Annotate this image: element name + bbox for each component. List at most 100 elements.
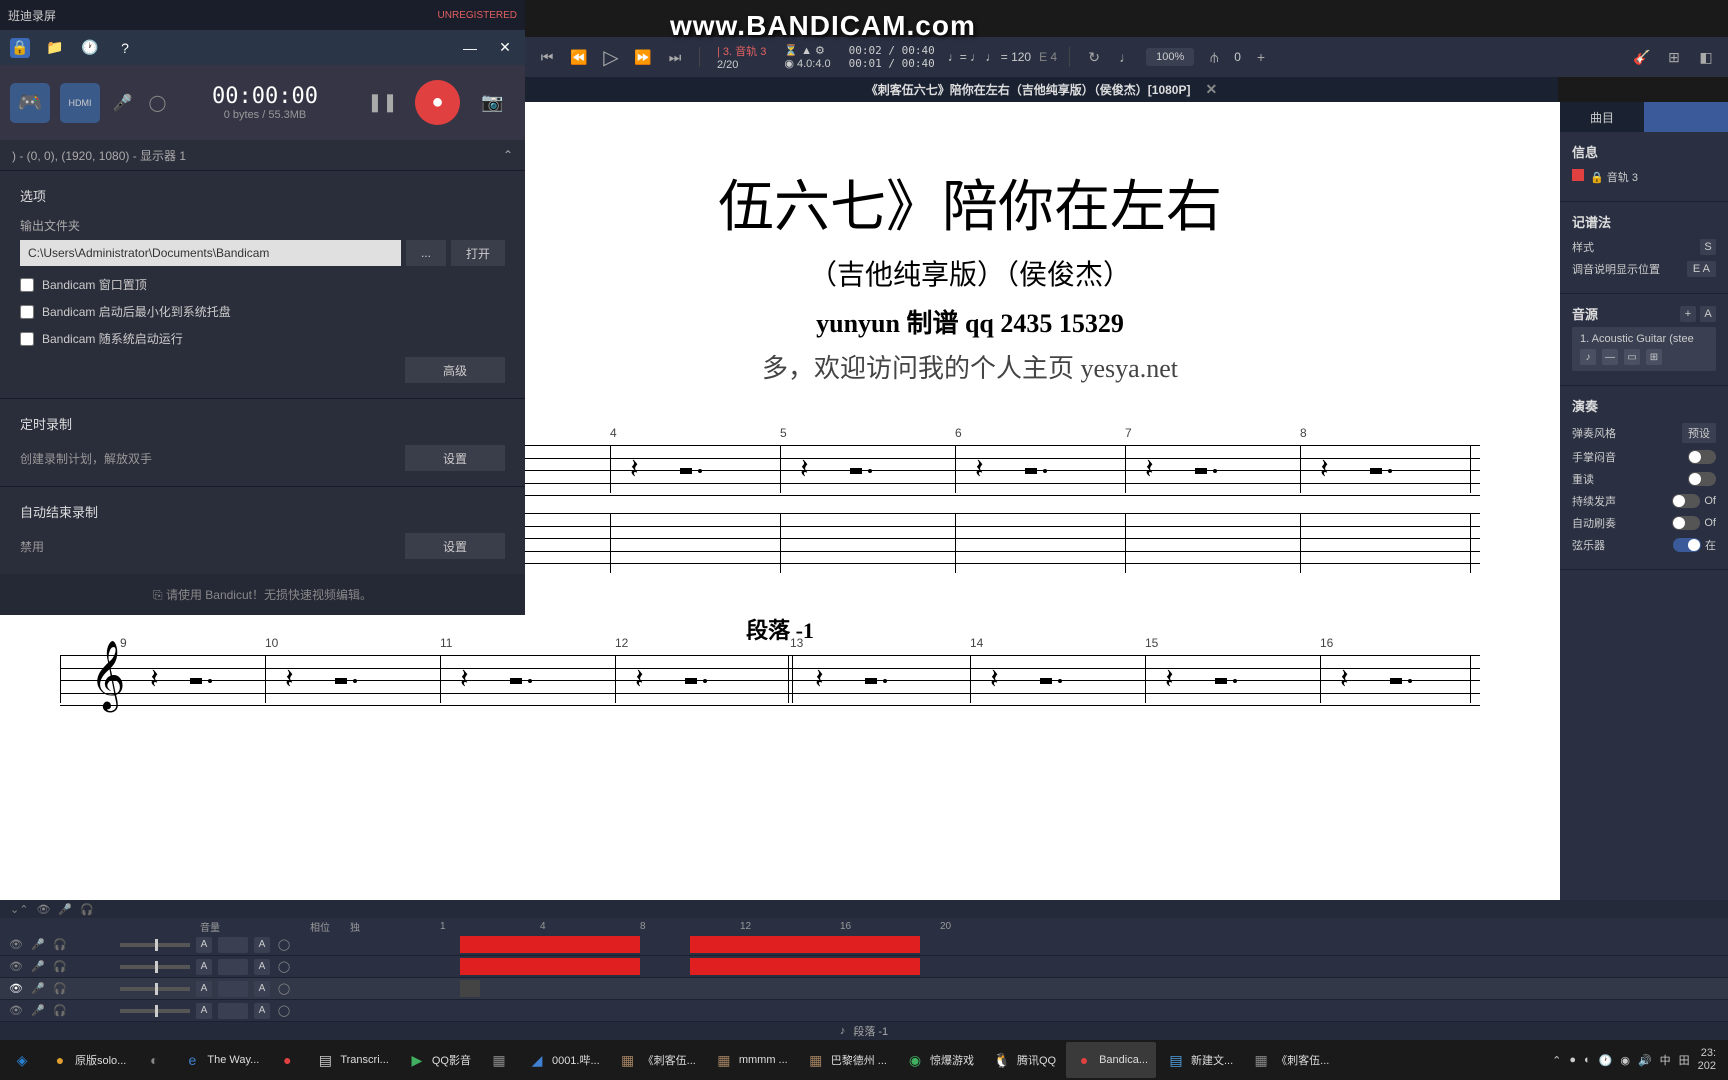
- autostart-checkbox[interactable]: Bandicam 随系统启动运行: [20, 330, 505, 347]
- track-headphone-icon[interactable]: 🎧: [52, 981, 68, 997]
- game-mode-button[interactable]: 🎮: [10, 83, 50, 123]
- pan-knob[interactable]: [218, 981, 248, 997]
- repeat-toggle[interactable]: [1688, 472, 1716, 486]
- plus-icon[interactable]: +: [1249, 45, 1273, 69]
- auto-a-button-2[interactable]: A: [254, 959, 270, 975]
- strum-value[interactable]: 预设: [1682, 423, 1716, 443]
- solo-icon[interactable]: ◯: [276, 981, 292, 997]
- timeline-ruler[interactable]: 1 4 8 12 16 20: [440, 921, 1728, 932]
- volume-slider[interactable]: [120, 1009, 190, 1013]
- tray-up-icon[interactable]: ⌃: [1552, 1054, 1561, 1067]
- track-eye-icon[interactable]: 👁: [8, 959, 24, 975]
- taskbar-item[interactable]: ●原版solo...: [42, 1042, 134, 1078]
- bandicam-title-bar[interactable]: 班迪录屏 UNREGISTERED: [0, 0, 525, 30]
- pause-button[interactable]: ❚❚: [360, 80, 405, 125]
- mixer-eye-icon[interactable]: 👁: [36, 903, 50, 916]
- lock-icon[interactable]: 🔒: [10, 38, 30, 58]
- expand-icon[interactable]: ⌃: [503, 148, 513, 162]
- record-button[interactable]: ●: [415, 80, 460, 125]
- hdmi-mode-button[interactable]: HDMI: [60, 83, 100, 123]
- mixer-headphone-icon[interactable]: 🎧: [80, 903, 94, 916]
- add-source-button[interactable]: +: [1680, 306, 1696, 322]
- mixer-track-1[interactable]: 👁 🎤 🎧 A A ◯: [0, 934, 1728, 956]
- track-mic-icon[interactable]: 🎤: [30, 959, 46, 975]
- track-eye-icon[interactable]: 👁: [8, 981, 24, 997]
- minimize-tray-checkbox[interactable]: Bandicam 启动后最小化到系统托盘: [20, 303, 505, 320]
- mixer-track-4[interactable]: 👁 🎤 🎧 A A ◯: [0, 1000, 1728, 1022]
- source-a-button[interactable]: A: [1700, 306, 1716, 322]
- taskbar-item[interactable]: ◐: [136, 1042, 172, 1078]
- tray-icon[interactable]: 🔊: [1638, 1054, 1652, 1067]
- fretboard-icon[interactable]: ⊞: [1662, 45, 1686, 69]
- sustain-toggle[interactable]: [1672, 494, 1700, 508]
- metronome-icon[interactable]: ♩: [1114, 45, 1138, 69]
- ime-lang[interactable]: 中: [1660, 1052, 1671, 1068]
- taskbar-item[interactable]: ●Bandica...: [1066, 1042, 1156, 1078]
- guitar-icon[interactable]: 🎸: [1630, 45, 1654, 69]
- taskbar-item[interactable]: eThe Way...: [174, 1042, 267, 1078]
- advanced-button[interactable]: 高级: [405, 357, 505, 383]
- taskbar-item[interactable]: ▦mmmm ...: [706, 1042, 796, 1078]
- screenshot-button[interactable]: 📷: [470, 80, 515, 125]
- auto-a-button-2[interactable]: A: [254, 1003, 270, 1019]
- instrument-icon-2[interactable]: —: [1602, 349, 1618, 365]
- bandicam-footer[interactable]: ⎘ 请使用 Bandicut！无损快速视频编辑。: [0, 574, 525, 615]
- audio-clip[interactable]: [460, 958, 640, 975]
- auto-end-settings-button[interactable]: 设置: [405, 533, 505, 559]
- taskbar-item[interactable]: ▤Transcri...: [307, 1042, 397, 1078]
- auto-a-button-2[interactable]: A: [254, 937, 270, 953]
- taskbar-item[interactable]: ◉惊爆游戏: [897, 1042, 982, 1078]
- instrument-icon-4[interactable]: ⊞: [1646, 349, 1662, 365]
- mic-icon[interactable]: 🎤: [110, 90, 135, 115]
- tray-icon[interactable]: 🕐: [1599, 1054, 1613, 1067]
- taskbar-item[interactable]: ●: [269, 1042, 305, 1078]
- always-on-top-checkbox[interactable]: Bandicam 窗口置顶: [20, 276, 505, 293]
- taskbar-item[interactable]: ▦《刺客伍...: [1243, 1042, 1337, 1078]
- taskbar-item[interactable]: ▶QQ影音: [399, 1042, 479, 1078]
- auto-a-button[interactable]: A: [196, 981, 212, 997]
- solo-icon[interactable]: ◯: [276, 1003, 292, 1019]
- ime-kb[interactable]: 田: [1679, 1052, 1690, 1068]
- minimize-icon[interactable]: —: [460, 38, 480, 58]
- volume-slider[interactable]: [120, 987, 190, 991]
- play-next-icon[interactable]: ⏩: [631, 45, 655, 69]
- pan-knob[interactable]: [218, 959, 248, 975]
- tab-blank[interactable]: [1644, 102, 1728, 132]
- mixer-track-2[interactable]: 👁 🎤 🎧 A A ◯: [0, 956, 1728, 978]
- strings-toggle[interactable]: [1673, 538, 1701, 552]
- loop-icon[interactable]: ↻: [1082, 45, 1106, 69]
- play-first-icon[interactable]: ⏮: [535, 45, 559, 69]
- tray-icon[interactable]: ◐: [1584, 1054, 1591, 1066]
- taskbar-item[interactable]: ◈: [4, 1042, 40, 1078]
- webcam-icon[interactable]: ◯: [145, 90, 170, 115]
- close-document-icon[interactable]: ✕: [1205, 81, 1217, 98]
- play-prev-icon[interactable]: ⏪: [567, 45, 591, 69]
- mixer-mic-icon[interactable]: 🎤: [58, 903, 72, 916]
- track-headphone-icon[interactable]: 🎧: [52, 959, 68, 975]
- audio-clip[interactable]: [690, 958, 920, 975]
- audio-clip[interactable]: [690, 936, 920, 953]
- volume-slider[interactable]: [120, 943, 190, 947]
- taskbar-item[interactable]: ◢0001.哔...: [519, 1042, 608, 1078]
- tuning-fork-icon[interactable]: ⫛: [1202, 45, 1226, 69]
- taskbar-item[interactable]: ▦《刺客伍...: [610, 1042, 704, 1078]
- volume-slider[interactable]: [120, 965, 190, 969]
- solo-icon[interactable]: ◯: [276, 959, 292, 975]
- clock-icon[interactable]: 🕐: [80, 38, 100, 58]
- pan-knob[interactable]: [218, 937, 248, 953]
- folder-icon[interactable]: 📁: [45, 38, 65, 58]
- tuning-value[interactable]: E A: [1687, 261, 1716, 277]
- system-tray[interactable]: ⌃ ● ◐ 🕐 ◉ 🔊 中 田 23: 202: [1552, 1047, 1724, 1073]
- taskbar-item[interactable]: ▦: [481, 1042, 517, 1078]
- track-eye-icon[interactable]: 👁: [8, 937, 24, 953]
- pan-knob[interactable]: [218, 1003, 248, 1019]
- browse-button[interactable]: ...: [406, 240, 446, 266]
- style-button[interactable]: S: [1700, 239, 1716, 255]
- panel-icon[interactable]: ◧: [1694, 45, 1718, 69]
- tab-song[interactable]: 曲目: [1560, 102, 1644, 132]
- taskbar-item[interactable]: ▤新建文...: [1158, 1042, 1241, 1078]
- taskbar-item[interactable]: ▦巴黎德州 ...: [798, 1042, 895, 1078]
- track-eye-icon[interactable]: 👁: [8, 1003, 24, 1019]
- auto-a-button[interactable]: A: [196, 959, 212, 975]
- help-icon[interactable]: ?: [115, 38, 135, 58]
